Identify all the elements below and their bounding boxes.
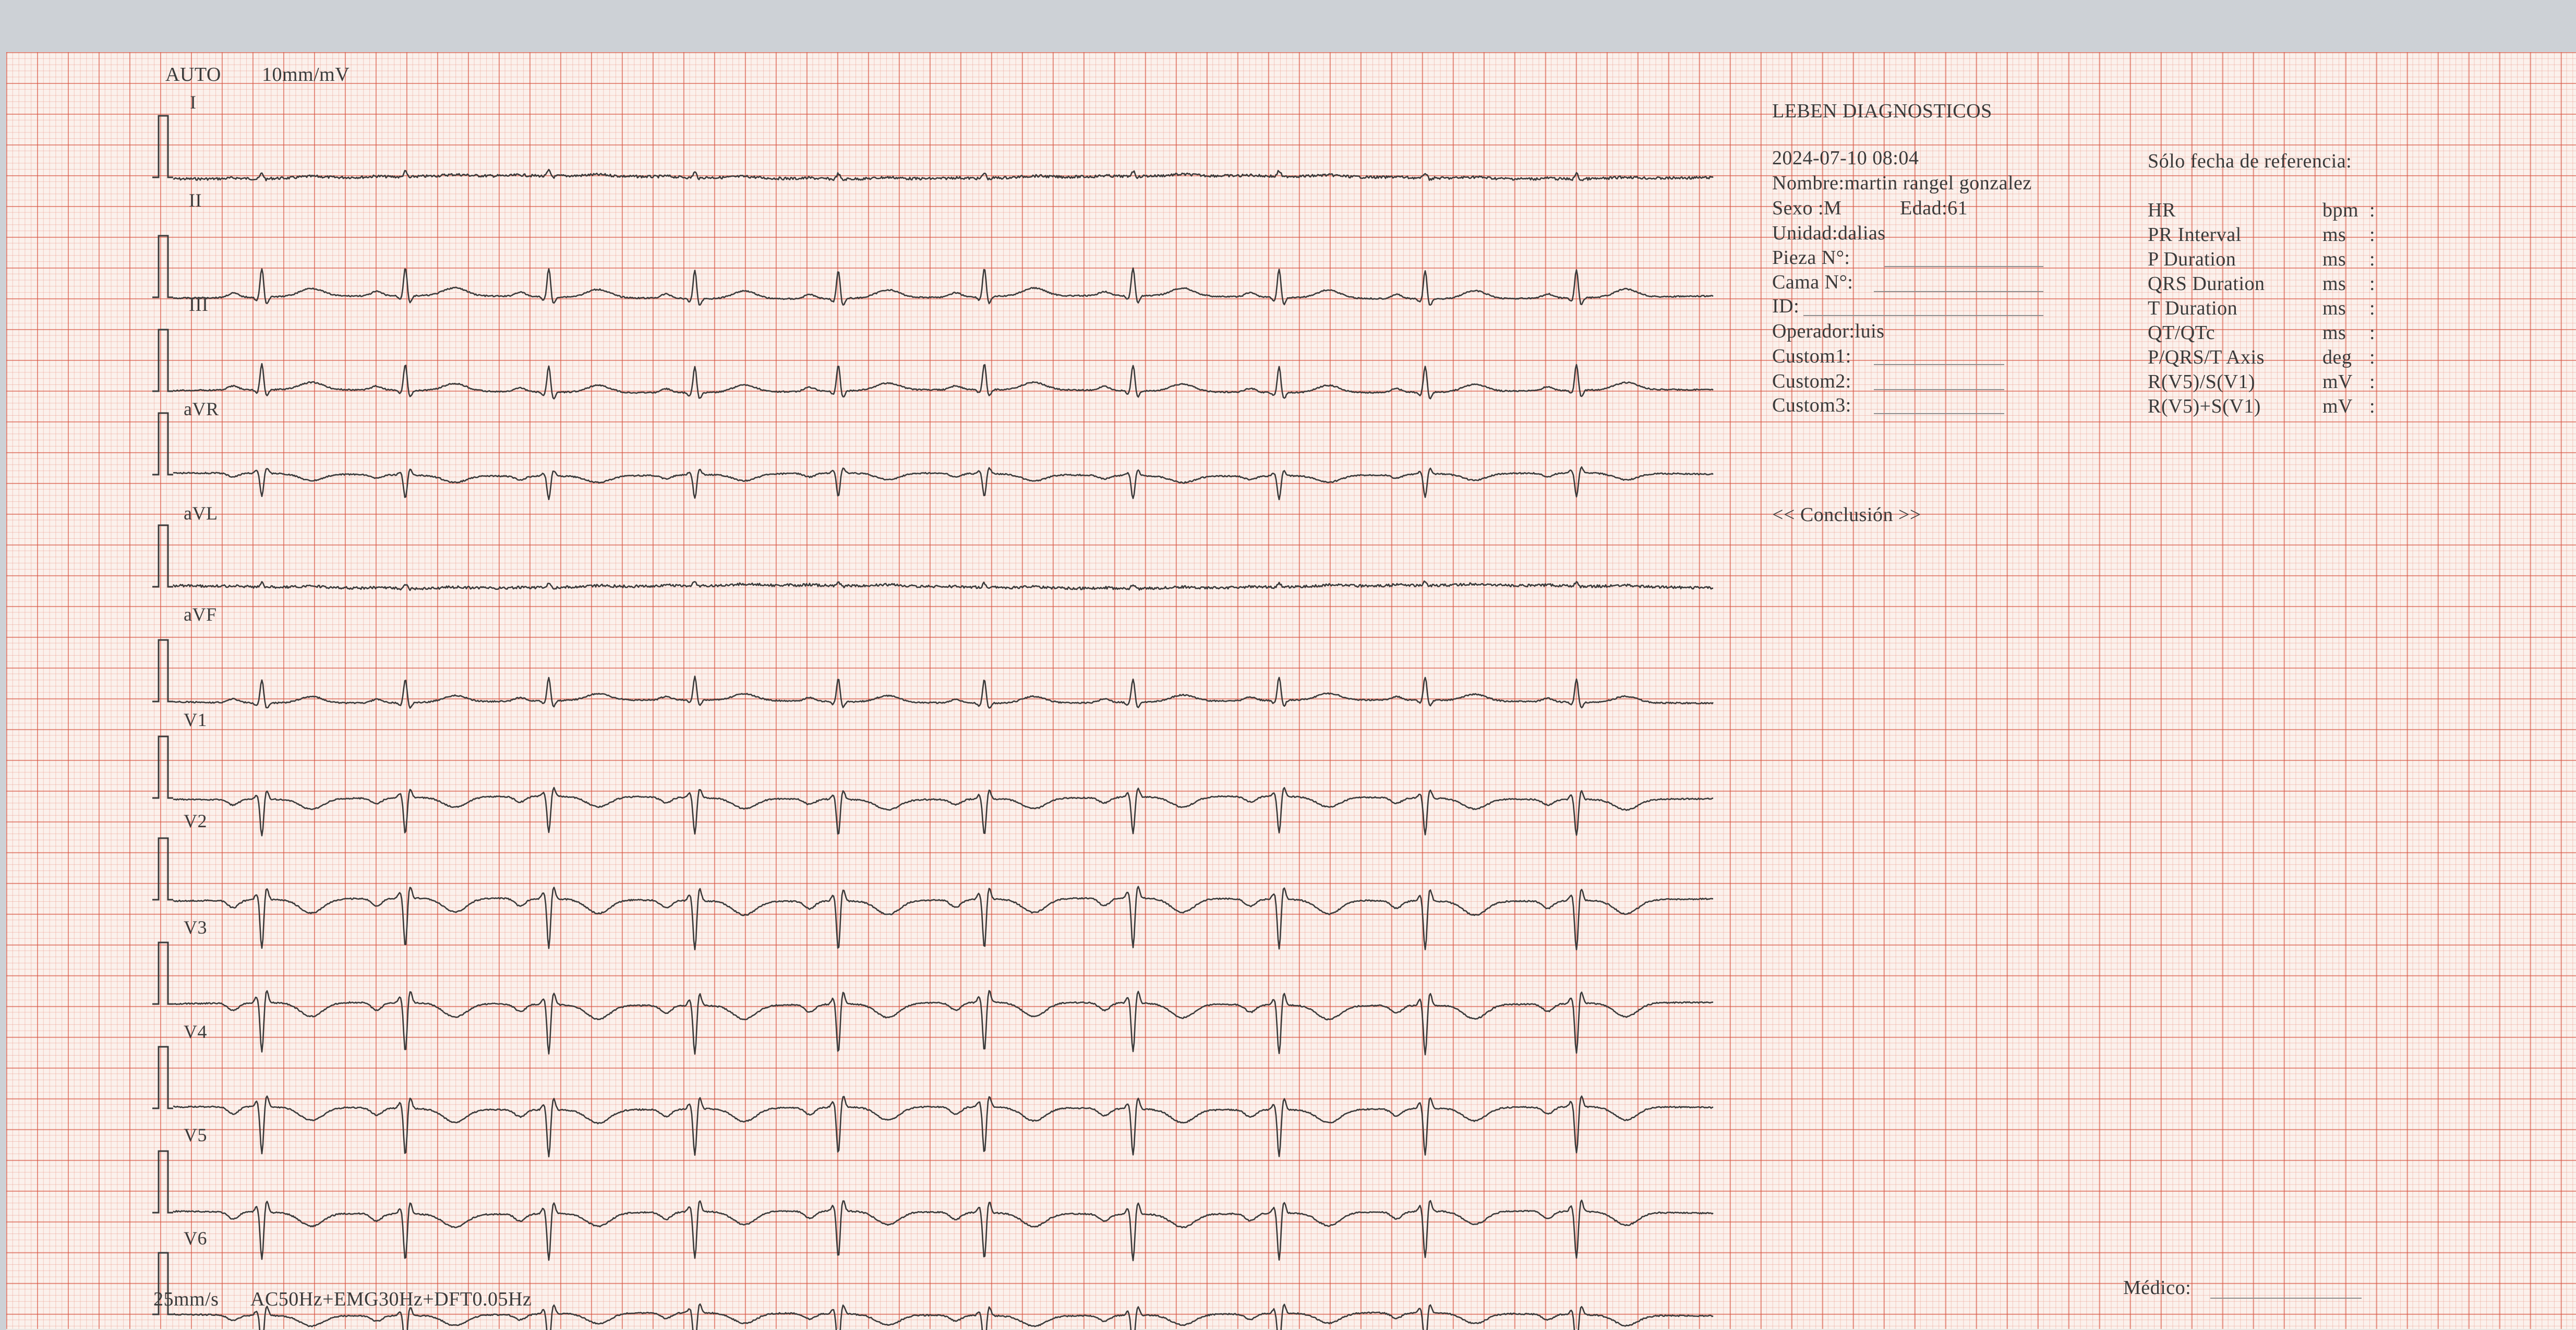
measure-sep-pr: : xyxy=(2369,224,2376,246)
ecg-trace-V4 xyxy=(173,1095,1714,1157)
calibration-pulse-aVF xyxy=(152,639,173,703)
measure-unit-t: ms xyxy=(2322,297,2346,319)
medico-signature-line xyxy=(2210,1298,2362,1299)
filter-settings: AC50Hz+EMG30Hz+DFT0.05Hz xyxy=(250,1288,532,1310)
measure-unit-rv5sv1-ratio: mV xyxy=(2322,371,2353,393)
calibration-pulse-I xyxy=(152,115,173,178)
gain-label: 10mm/mV xyxy=(262,64,350,86)
calibration-pulse-aVR xyxy=(152,412,173,476)
patient-age: Edad:61 xyxy=(1900,197,1968,219)
custom1-underline xyxy=(1874,364,2004,365)
measure-name-t: T Duration xyxy=(2148,297,2238,319)
lead-label-aVL: aVL xyxy=(184,503,218,524)
calibration-pulse-V4 xyxy=(152,1046,173,1109)
lead-label-V5: V5 xyxy=(184,1125,207,1145)
calibration-pulse-III xyxy=(152,329,173,392)
ecg-trace-aVF xyxy=(173,675,1714,709)
measure-unit-p: ms xyxy=(2322,248,2346,270)
lead-label-III: III xyxy=(189,294,209,315)
custom1-field: Custom1: xyxy=(1772,345,1851,367)
calibration-pulse-V1 xyxy=(152,735,173,799)
measure-unit-qrs: ms xyxy=(2322,273,2346,295)
calibration-pulse-V3 xyxy=(152,941,173,1005)
ecg-trace-I xyxy=(173,168,1714,182)
calibration-pulse-V2 xyxy=(152,837,173,901)
paper-speed: 25mm/s xyxy=(153,1288,219,1310)
lead-label-V1: V1 xyxy=(184,709,207,730)
measure-name-qt: QT/QTc xyxy=(2148,322,2216,344)
ecg-trace-III xyxy=(173,363,1714,400)
lead-label-V3: V3 xyxy=(184,917,207,938)
ecg-trace-V1 xyxy=(173,787,1714,837)
ecg-trace-aVR xyxy=(173,466,1714,501)
measure-sep-qt: : xyxy=(2369,322,2376,344)
measure-sep-hr: : xyxy=(2369,199,2376,221)
calibration-pulse-II xyxy=(152,235,173,298)
measure-sep-axis: : xyxy=(2369,346,2376,368)
measure-unit-rv5sv1-sum: mV xyxy=(2322,395,2353,417)
custom2-field: Custom2: xyxy=(1772,370,1851,392)
measure-name-pr: PR Interval xyxy=(2148,224,2242,246)
institution-name: LEBEN DIAGNOSTICOS xyxy=(1772,100,1992,122)
measure-name-rv5sv1-sum: R(V5)+S(V1) xyxy=(2148,395,2261,417)
mode-label: AUTO xyxy=(165,64,221,86)
ecg-trace-V3 xyxy=(173,990,1714,1056)
measure-sep-p: : xyxy=(2369,248,2376,270)
lead-label-V2: V2 xyxy=(184,811,207,831)
custom3-field: Custom3: xyxy=(1772,394,1851,416)
calibration-pulse-aVL xyxy=(152,524,173,588)
ecg-trace-V5 xyxy=(173,1199,1714,1262)
exam-datetime: 2024-07-10 08:04 xyxy=(1772,147,1919,169)
lead-label-aVR: aVR xyxy=(184,398,219,419)
lead-label-V6: V6 xyxy=(184,1228,207,1249)
patient-sex: Sexo :M xyxy=(1772,197,1842,219)
lead-label-I: I xyxy=(190,92,197,113)
patient-id: ID: xyxy=(1772,295,1800,317)
measure-name-axis: P/QRS/T Axis xyxy=(2148,346,2265,368)
medico-label: Médico: xyxy=(2123,1277,2192,1299)
measure-sep-rv5sv1-ratio: : xyxy=(2369,371,2376,393)
lead-label-aVF: aVF xyxy=(184,604,217,625)
measure-unit-hr: bpm xyxy=(2322,199,2359,221)
lead-label-V4: V4 xyxy=(184,1021,207,1042)
bed-underline xyxy=(1874,291,2043,292)
ecg-trace-II xyxy=(173,267,1714,306)
ecg-trace-aVL xyxy=(173,580,1714,591)
measure-sep-rv5sv1-sum: : xyxy=(2369,395,2376,417)
measure-sep-t: : xyxy=(2369,297,2376,319)
measure-name-hr: HR xyxy=(2148,199,2176,221)
measure-name-rv5sv1-ratio: R(V5)/S(V1) xyxy=(2148,371,2256,393)
room-underline xyxy=(1884,266,2043,267)
custom2-underline xyxy=(1874,389,2004,390)
measure-name-p: P Duration xyxy=(2148,248,2236,270)
patient-unit: Unidad:dalias xyxy=(1772,222,1886,244)
measure-sep-qrs: : xyxy=(2369,273,2376,295)
lead-label-II: II xyxy=(189,190,202,211)
custom3-underline xyxy=(1874,413,2004,414)
measure-unit-qt: ms xyxy=(2322,322,2346,344)
patient-room: Pieza N°: xyxy=(1772,247,1850,269)
measurements-title: Sólo fecha de referencia: xyxy=(2148,150,2352,172)
conclusion-heading: << Conclusión >> xyxy=(1772,504,1921,526)
operator-name: Operador:luis xyxy=(1772,320,1885,342)
patient-bed: Cama N°: xyxy=(1772,271,1853,293)
measure-unit-pr: ms xyxy=(2322,224,2346,246)
measure-name-qrs: QRS Duration xyxy=(2148,273,2265,295)
ecg-paper: AUTO 10mm/mV I II III aVR aVL aVF V1 V2 … xyxy=(6,52,2576,1330)
calibration-pulse-V5 xyxy=(152,1150,173,1214)
id-underline xyxy=(1803,315,2043,316)
measure-unit-axis: deg xyxy=(2322,346,2352,368)
patient-name: Nombre:martin rangel gonzalez xyxy=(1772,172,2032,194)
ecg-trace-V2 xyxy=(173,886,1714,951)
